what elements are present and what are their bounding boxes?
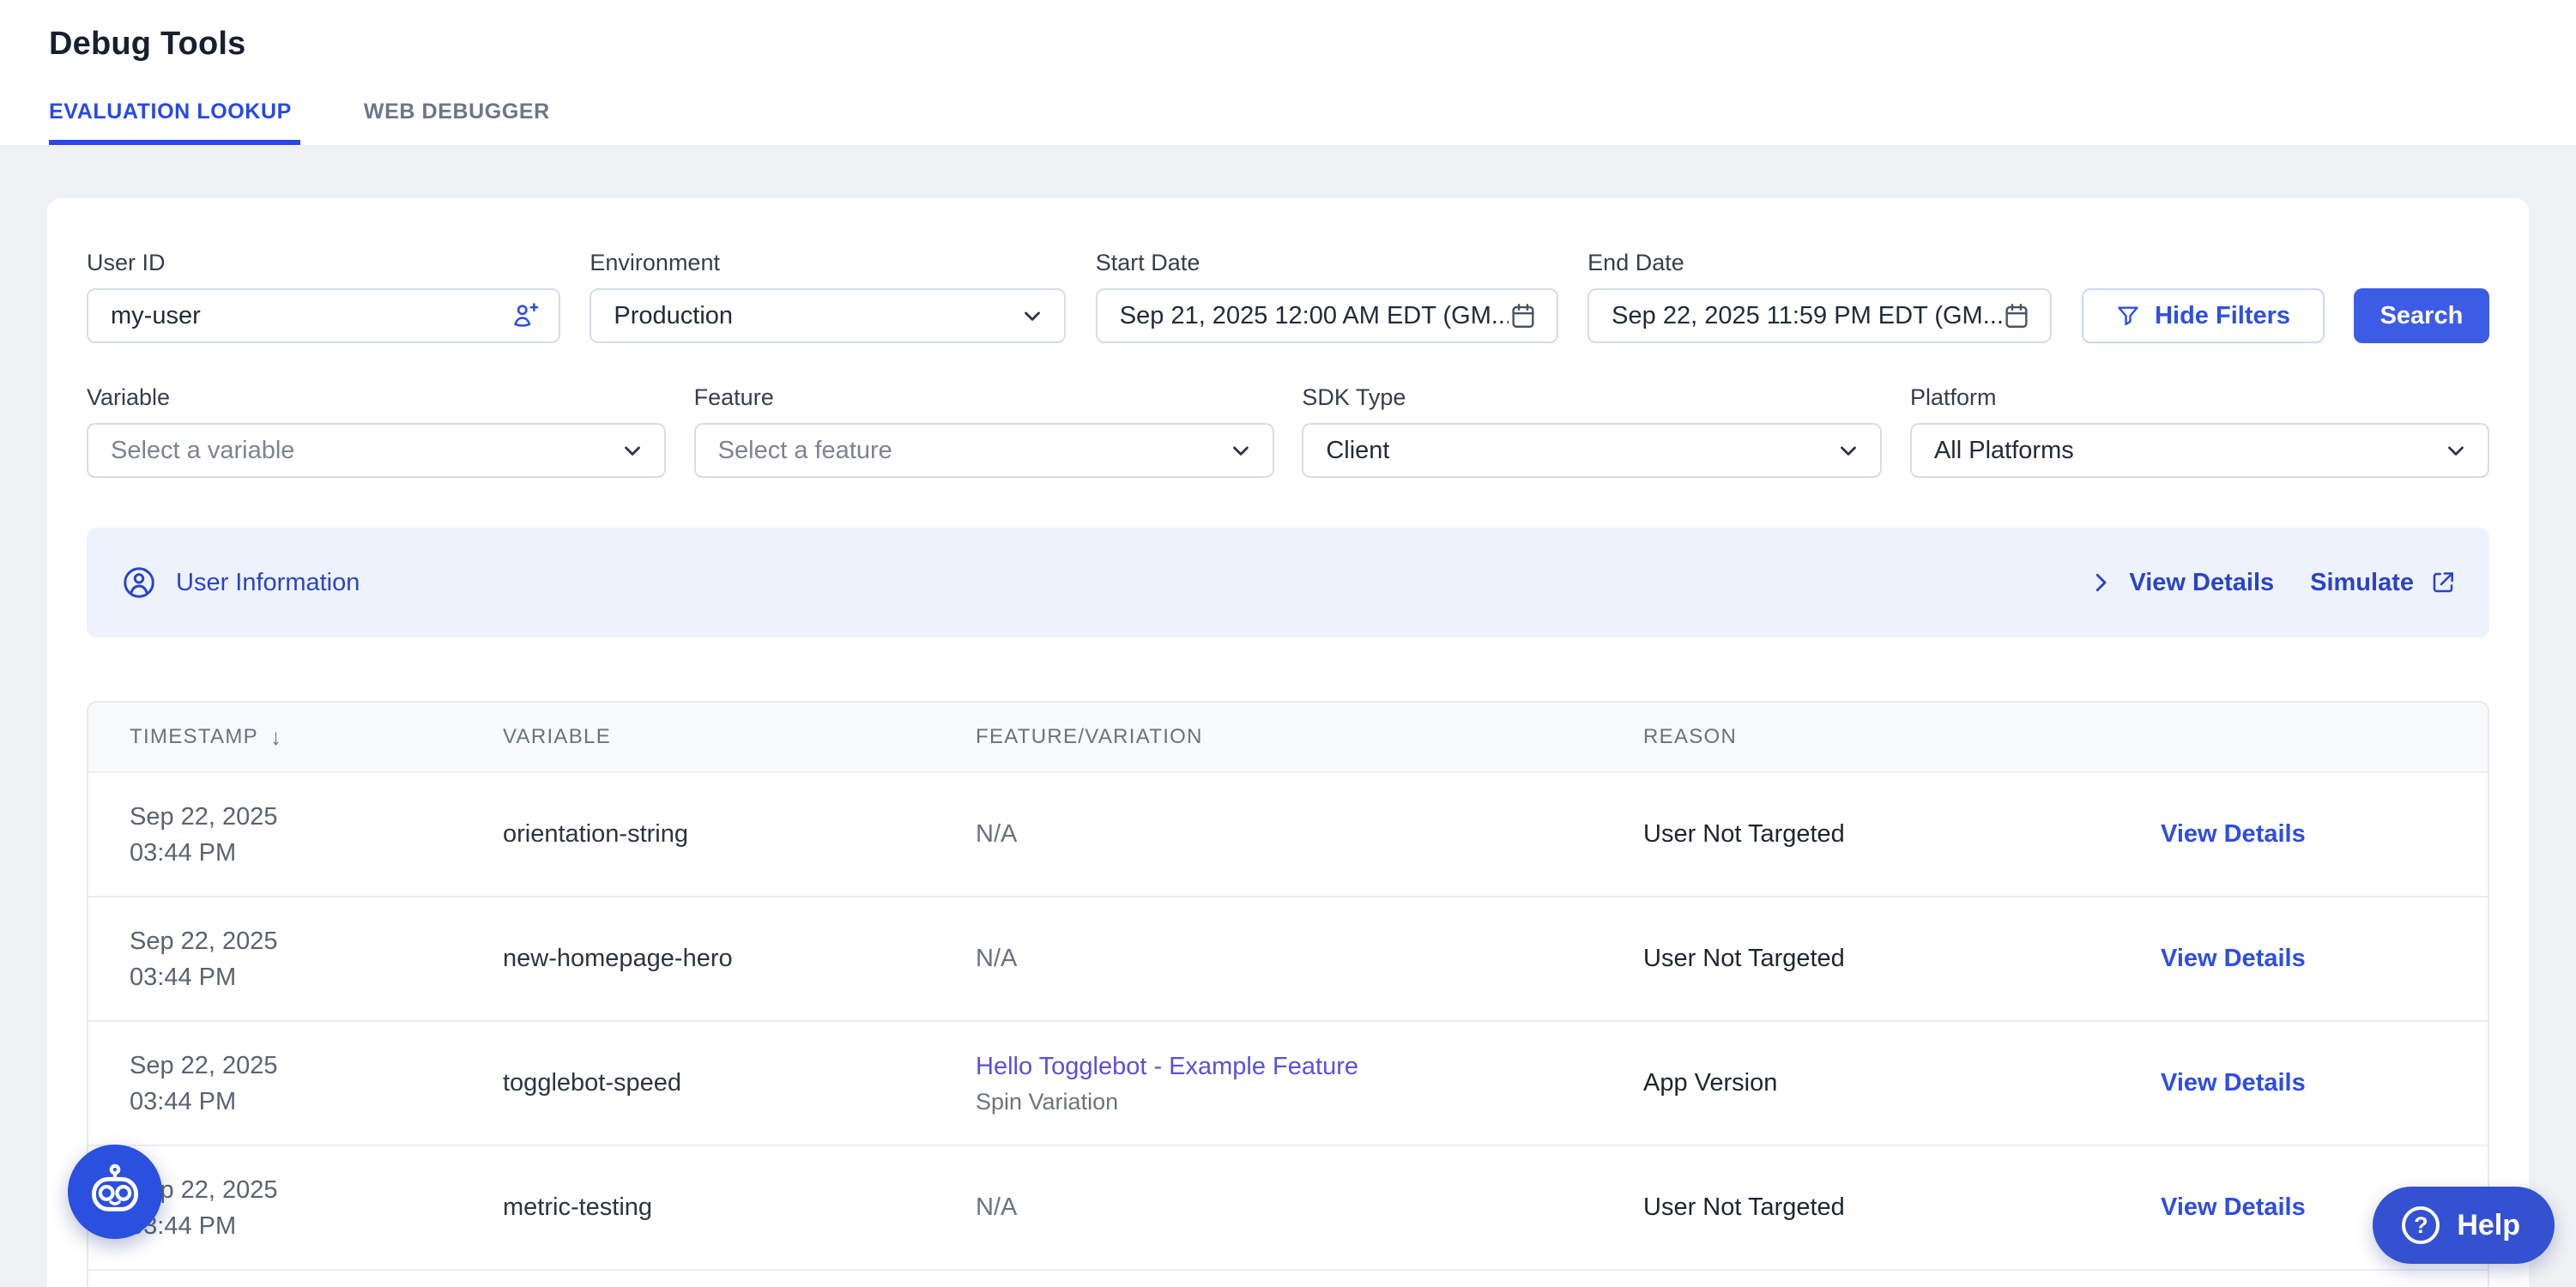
page-title: Debug Tools xyxy=(49,26,245,63)
chevron-down-icon xyxy=(1835,438,1861,463)
search-button-label: Search xyxy=(2380,302,2464,330)
table-row: Sep 22, 2025 03:44 PM new-homepage-hero … xyxy=(88,896,2488,1020)
platform-value: All Platforms xyxy=(1934,437,2074,465)
banner-view-details-link[interactable]: View Details xyxy=(2088,569,2274,597)
app-header: Debug Tools EVALUATION LOOKUP WEB DEBUGG… xyxy=(0,0,2576,145)
row-view-details-link[interactable]: View Details xyxy=(2161,1193,2306,1221)
evaluations-table: TIMESTAMP ↓ VARIABLE FEATURE/VARIATION R… xyxy=(87,701,2489,1287)
user-circle-icon xyxy=(121,565,157,601)
variable-select[interactable]: Select a variable xyxy=(87,423,666,478)
row-view-details-link[interactable]: View Details xyxy=(2161,945,2306,972)
table-row: Sep 22, 2025 03:44 PM metric-testing N/A… xyxy=(88,1145,2488,1269)
tab-evaluation-lookup[interactable]: EVALUATION LOOKUP xyxy=(49,100,300,145)
main-content: User ID Environment P xyxy=(0,145,2576,1287)
funnel-icon xyxy=(2115,303,2141,329)
start-date-label: Start Date xyxy=(1096,250,1558,276)
environment-select[interactable]: Production xyxy=(590,288,1066,343)
hide-filters-button[interactable]: Hide Filters xyxy=(2082,288,2325,343)
column-header-variable[interactable]: VARIABLE xyxy=(462,725,934,749)
robot-icon xyxy=(85,1162,145,1222)
tab-bar: EVALUATION LOOKUP WEB DEBUGGER xyxy=(49,100,559,145)
calendar-icon[interactable] xyxy=(1509,301,1538,330)
user-id-label: User ID xyxy=(87,250,560,276)
row-view-details-link[interactable]: View Details xyxy=(2161,1069,2306,1097)
environment-value: Production xyxy=(614,302,733,330)
evaluation-lookup-panel: User ID Environment P xyxy=(47,198,2529,1287)
calendar-icon[interactable] xyxy=(2002,301,2031,330)
start-date-value: Sep 21, 2025 12:00 AM EDT (GM... xyxy=(1120,302,1509,330)
user-id-field[interactable] xyxy=(87,288,560,343)
variation-label: Spin Variation xyxy=(976,1085,1602,1119)
sdk-type-select[interactable]: Client xyxy=(1302,423,1882,478)
feature-label: Feature xyxy=(694,384,1274,411)
variable-cell: orientation-string xyxy=(462,820,934,849)
environment-label: Environment xyxy=(590,250,1066,276)
row-view-details-link[interactable]: View Details xyxy=(2161,820,2306,848)
table-row-partial xyxy=(88,1269,2488,1287)
variable-placeholder: Select a variable xyxy=(111,437,294,465)
feature-placeholder: Select a feature xyxy=(718,437,892,465)
chevron-down-icon xyxy=(1019,303,1045,329)
feature-cell: N/A xyxy=(934,945,1602,973)
timestamp-cell: Sep 22, 2025 03:44 PM xyxy=(88,799,462,871)
feature-cell: N/A xyxy=(934,820,1602,849)
hide-filters-label: Hide Filters xyxy=(2155,302,2290,330)
sdk-type-value: Client xyxy=(1326,437,1389,465)
chevron-down-icon xyxy=(2443,438,2469,463)
variable-cell: togglebot-speed xyxy=(462,1069,934,1097)
platform-label: Platform xyxy=(1910,384,2489,411)
end-date-label: End Date xyxy=(1587,250,2052,276)
variable-label: Variable xyxy=(87,384,666,411)
reason-cell: User Not Targeted xyxy=(1602,945,2119,973)
question-circle-icon: ? xyxy=(2402,1206,2440,1244)
reason-cell: User Not Targeted xyxy=(1602,1193,2119,1222)
column-header-reason[interactable]: REASON xyxy=(1602,725,2119,749)
variable-cell: new-homepage-hero xyxy=(462,945,934,973)
togglebot-assistant-button[interactable] xyxy=(68,1145,162,1239)
start-date-field[interactable]: Sep 21, 2025 12:00 AM EDT (GM... xyxy=(1096,288,1558,343)
user-information-banner: User Information View Details Simulate xyxy=(87,528,2489,637)
timestamp-cell: Sep 22, 2025 03:44 PM xyxy=(88,923,462,995)
person-add-icon[interactable] xyxy=(509,300,540,331)
filter-row-1: User ID Environment P xyxy=(87,250,2489,343)
sdk-type-label: SDK Type xyxy=(1302,384,1882,411)
feature-cell: N/A xyxy=(934,1193,1602,1222)
reason-cell: User Not Targeted xyxy=(1602,820,2119,849)
chevron-down-icon xyxy=(620,438,645,463)
variable-cell: metric-testing xyxy=(462,1193,934,1222)
chevron-right-icon xyxy=(2088,570,2113,595)
help-button-label: Help xyxy=(2457,1209,2520,1242)
table-header-row: TIMESTAMP ↓ VARIABLE FEATURE/VARIATION R… xyxy=(88,703,2488,771)
table-row: Sep 22, 2025 03:44 PM togglebot-speed He… xyxy=(88,1020,2488,1145)
sort-desc-icon[interactable]: ↓ xyxy=(270,724,282,751)
help-button[interactable]: ? Help xyxy=(2373,1187,2555,1264)
end-date-value: Sep 22, 2025 11:59 PM EDT (GM... xyxy=(1612,302,2002,330)
platform-select[interactable]: All Platforms xyxy=(1910,423,2489,478)
timestamp-cell: Sep 22, 2025 03:44 PM xyxy=(88,1048,462,1120)
table-row: Sep 22, 2025 03:44 PM orientation-string… xyxy=(88,771,2488,896)
column-header-timestamp[interactable]: TIMESTAMP ↓ xyxy=(88,724,462,751)
tab-web-debugger[interactable]: WEB DEBUGGER xyxy=(364,100,559,145)
search-button[interactable]: Search xyxy=(2354,288,2489,343)
user-information-title: User Information xyxy=(176,569,360,597)
filter-row-2: Variable Select a variable Feature Selec… xyxy=(87,384,2489,478)
column-header-feature-variation[interactable]: FEATURE/VARIATION xyxy=(934,725,1602,749)
reason-cell: App Version xyxy=(1602,1069,2119,1097)
external-link-icon xyxy=(2429,569,2457,596)
end-date-field[interactable]: Sep 22, 2025 11:59 PM EDT (GM... xyxy=(1587,288,2052,343)
feature-cell: Hello Togglebot - Example Feature Spin V… xyxy=(934,1048,1602,1119)
feature-select[interactable]: Select a feature xyxy=(694,423,1274,478)
chevron-down-icon xyxy=(1228,438,1254,463)
feature-link[interactable]: Hello Togglebot - Example Feature xyxy=(976,1048,1602,1085)
user-id-input[interactable] xyxy=(111,302,509,330)
simulate-link[interactable]: Simulate xyxy=(2310,569,2457,597)
